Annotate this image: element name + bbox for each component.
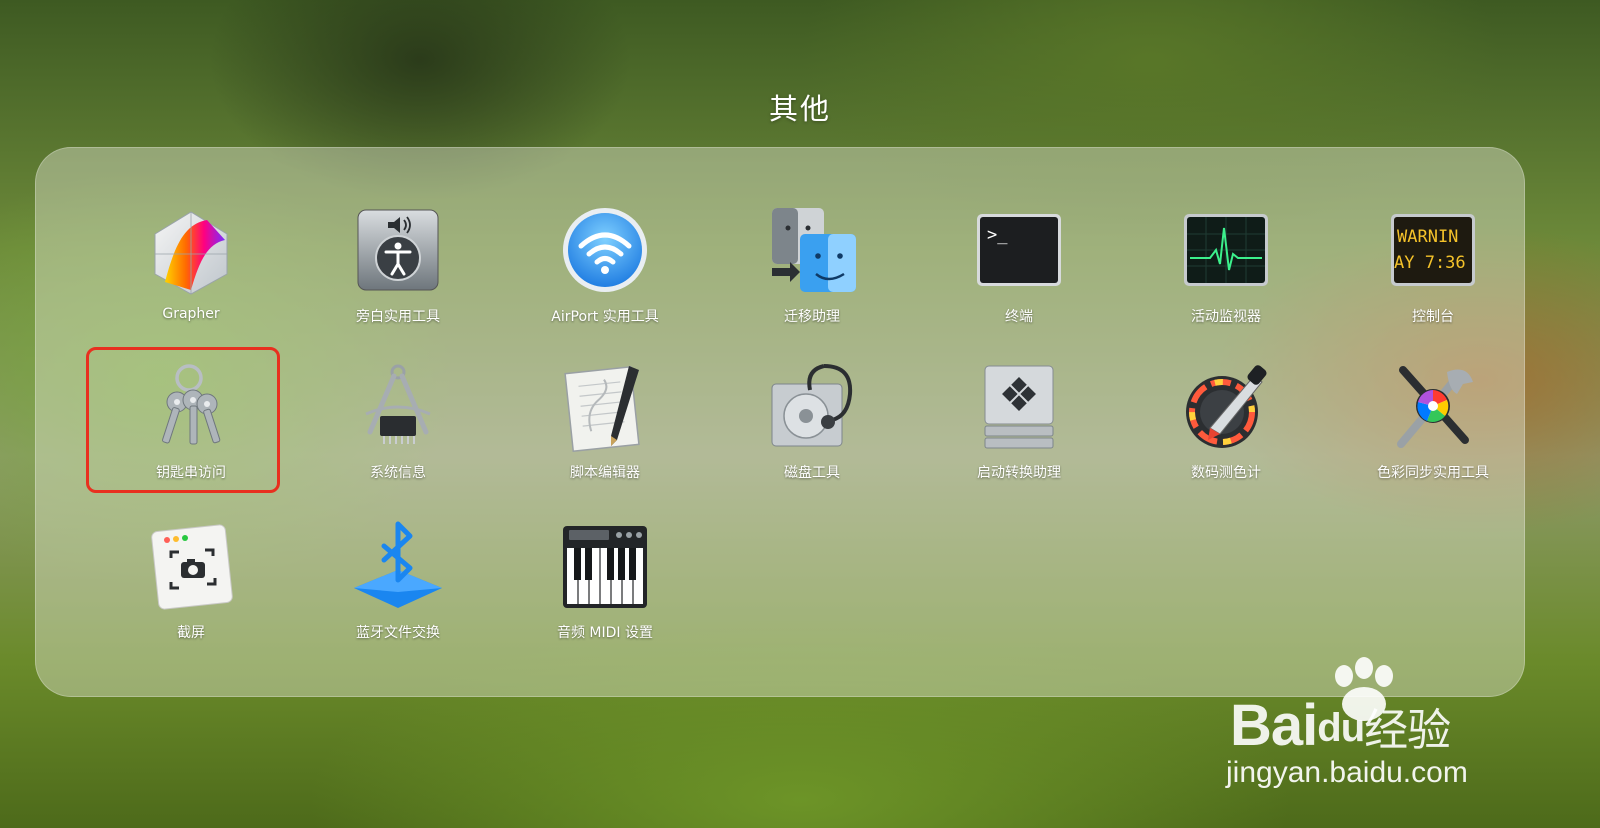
app-label: 终端 [1005,309,1033,325]
app-audio-midi-setup[interactable]: 音频 MIDI 设置 [505,520,705,670]
app-bluetooth-file-exchange[interactable]: 蓝牙文件交换 [298,520,498,670]
disk-utility-icon [766,360,858,452]
app-label: 启动转换助理 [977,465,1061,481]
watermark-logo-suffix: 经验 [1364,706,1451,755]
app-label: 旁白实用工具 [356,309,440,325]
app-label: 截屏 [177,625,205,641]
boot-camp-assistant-icon [973,360,1065,452]
app-grapher[interactable]: Grapher [91,204,291,354]
terminal-icon: >_ [973,204,1065,296]
screenshot-icon [145,520,237,612]
folder-title[interactable]: 其他 [0,86,1600,128]
voiceover-utility-icon [352,204,444,296]
desktop-background[interactable]: 其他 Grapher 旁白实用工具 AirPort 实用工具 迁移助理 >_ 终… [0,0,1600,828]
watermark-logo-du: du [1317,706,1365,750]
app-label: 活动监视器 [1191,309,1261,325]
activity-monitor-icon [1180,204,1272,296]
app-label: AirPort 实用工具 [551,309,659,325]
grapher-icon [145,204,237,296]
app-digital-color-meter[interactable]: 数码测色计 [1126,360,1326,510]
script-editor-icon [559,360,651,452]
console-icon: WARNIN AY 7:36 [1387,204,1479,296]
migration-assistant-icon [766,204,858,296]
app-label: 数码测色计 [1191,465,1261,481]
console-icon-line2: AY 7:36 [1394,253,1466,273]
app-disk-utility[interactable]: 磁盘工具 [712,360,912,510]
colorsync-utility-icon [1387,360,1479,452]
app-console[interactable]: WARNIN AY 7:36 控制台 [1333,204,1533,354]
console-icon-line1: WARNIN [1397,227,1458,247]
terminal-prompt-text: >_ [987,225,1008,245]
app-script-editor[interactable]: 脚本编辑器 [505,360,705,510]
app-label: 脚本编辑器 [570,465,640,481]
app-label: Grapher [162,306,220,322]
app-label: 控制台 [1412,309,1454,325]
baidu-jingyan-watermark: Baidu经验 jingyan.baidu.com [1226,656,1526,796]
app-label: 蓝牙文件交换 [356,625,440,641]
keychain-highlight-box [86,347,280,493]
app-colorsync-utility[interactable]: 色彩同步实用工具 [1333,360,1533,510]
app-terminal[interactable]: >_ 终端 [919,204,1119,354]
system-information-icon [352,360,444,452]
app-label: 音频 MIDI 设置 [556,625,654,641]
watermark-logo-text: Baidu经验 [1230,692,1451,759]
airport-utility-icon [559,204,651,296]
app-label: 系统信息 [370,465,426,481]
watermark-logo-bai: Bai [1230,693,1318,758]
app-label: 色彩同步实用工具 [1377,465,1489,481]
watermark-url: jingyan.baidu.com [1226,756,1468,789]
app-migration-assistant[interactable]: 迁移助理 [712,204,912,354]
audio-midi-setup-icon [559,520,651,612]
bluetooth-file-exchange-icon [352,520,444,612]
app-label: 磁盘工具 [784,465,840,481]
app-screenshot[interactable]: 截屏 [91,520,291,670]
app-boot-camp-assistant[interactable]: 启动转换助理 [919,360,1119,510]
app-system-information[interactable]: 系统信息 [298,360,498,510]
app-label: 迁移助理 [784,309,840,325]
app-voiceover-utility[interactable]: 旁白实用工具 [298,204,498,354]
app-activity-monitor[interactable]: 活动监视器 [1126,204,1326,354]
digital-color-meter-icon [1180,360,1272,452]
app-airport-utility[interactable]: AirPort 实用工具 [505,204,705,354]
